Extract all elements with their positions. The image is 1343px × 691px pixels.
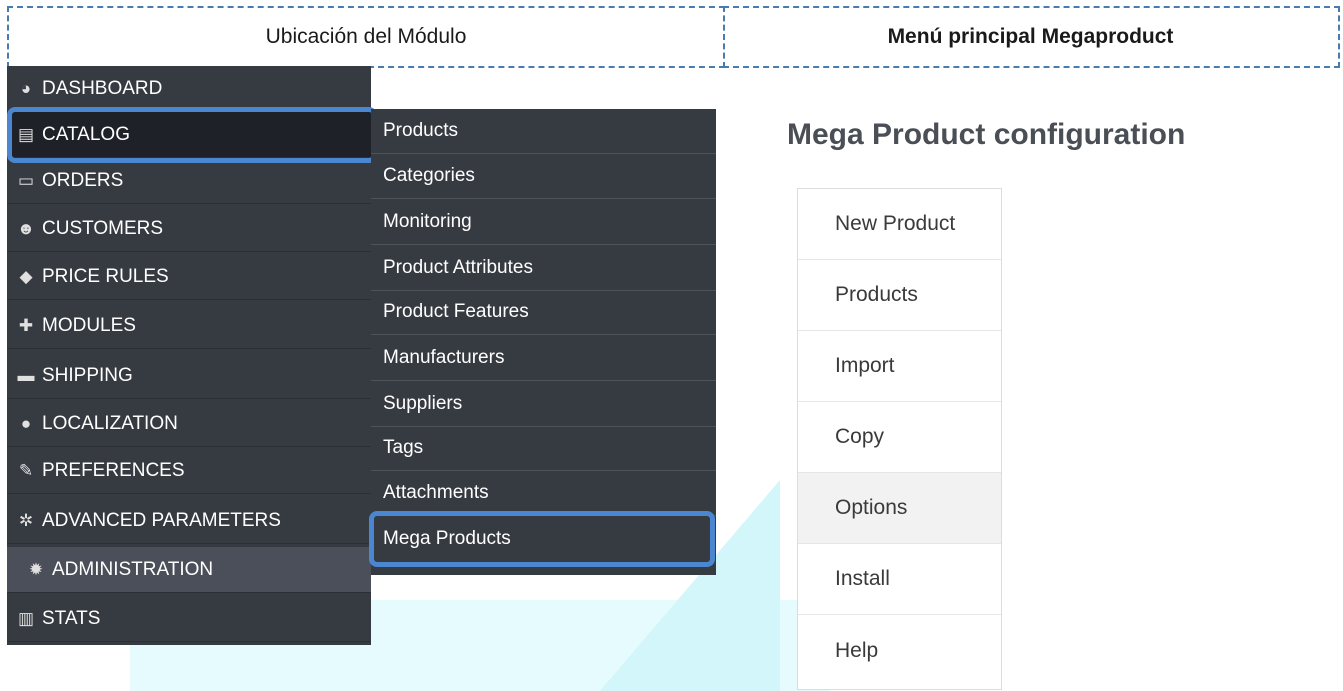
submenu-item-products[interactable]: Products [371, 109, 716, 154]
sidebar-item-dashboard[interactable]: ◕ DASHBOARD [7, 66, 371, 112]
sidebar-item-label: MODULES [42, 314, 136, 336]
menu-item-import[interactable]: Import [798, 331, 1001, 402]
catalog-submenu: Products Categories Monitoring Product A… [371, 109, 716, 575]
credit-card-icon: ▭ [17, 170, 35, 190]
submenu-item-categories[interactable]: Categories [371, 154, 716, 199]
sidebar-item-stats[interactable]: ▥ STATS [7, 596, 371, 642]
mega-products-highlight-box [369, 511, 715, 567]
sidebar-item-label: SHIPPING [42, 364, 133, 386]
module-location-label: Ubicación del Módulo [7, 6, 725, 68]
sidebar-item-advanced-parameters[interactable]: ✲ ADVANCED PARAMETERS [7, 498, 371, 544]
sidebar-item-orders[interactable]: ▭ ORDERS [7, 158, 371, 204]
sidebar-item-modules[interactable]: ✚ MODULES [7, 303, 371, 349]
menu-item-help[interactable]: Help [798, 615, 1001, 686]
submenu-item-product-features[interactable]: Product Features [371, 290, 716, 335]
bar-chart-icon: ▥ [17, 608, 35, 628]
sidebar-item-shipping[interactable]: ▬ SHIPPING [7, 353, 371, 399]
sidebar-item-label: PRICE RULES [42, 265, 169, 287]
users-icon: ☻ [17, 218, 35, 238]
sidebar-item-customers[interactable]: ☻ CUSTOMERS [7, 206, 371, 252]
sidebar-item-label: ADVANCED PARAMETERS [42, 509, 281, 531]
menu-item-options[interactable]: Options [798, 473, 1001, 544]
menu-item-new-product[interactable]: New Product [798, 189, 1001, 260]
gear-icon: ✹ [28, 559, 44, 579]
sidebar-item-localization[interactable]: ● LOCALIZATION [7, 401, 371, 447]
sidebar-item-label: PREFERENCES [42, 459, 185, 481]
sidebar-item-label: DASHBOARD [42, 77, 163, 99]
sidebar-item-preferences[interactable]: ✎ PREFERENCES [7, 448, 371, 494]
megaproduct-menu: New Product Products Import Copy Options… [797, 188, 1002, 690]
sidebar-item-label: STATS [42, 607, 101, 629]
wrench-icon: ✎ [18, 460, 34, 480]
sidebar-item-administration[interactable]: ✹ ADMINISTRATION [7, 547, 371, 593]
submenu-item-tags[interactable]: Tags [371, 426, 716, 471]
submenu-item-attachments[interactable]: Attachments [371, 471, 716, 516]
cogs-icon: ✲ [18, 510, 34, 530]
submenu-item-monitoring[interactable]: Monitoring [371, 200, 716, 245]
menu-item-products[interactable]: Products [798, 260, 1001, 331]
tags-icon: ◆ [19, 266, 33, 286]
submenu-item-manufacturers[interactable]: Manufacturers [371, 336, 716, 381]
sidebar-item-label: ORDERS [42, 169, 124, 191]
menu-item-copy[interactable]: Copy [798, 402, 1001, 473]
sidebar-item-label: CUSTOMERS [42, 217, 164, 239]
submenu-item-suppliers[interactable]: Suppliers [371, 382, 716, 427]
sidebar-item-price-rules[interactable]: ◆ PRICE RULES [7, 254, 371, 300]
truck-icon: ▬ [17, 365, 35, 385]
globe-icon: ● [20, 413, 32, 433]
sidebar-item-label: LOCALIZATION [42, 412, 178, 434]
menu-item-install[interactable]: Install [798, 544, 1001, 615]
sidebar-item-label: ADMINISTRATION [52, 558, 214, 580]
puzzle-icon: ✚ [18, 315, 34, 335]
dashboard-icon: ◕ [20, 78, 32, 98]
header-strip: Ubicación del Módulo Menú principal Mega… [7, 6, 1340, 68]
page-title: Mega Product configuration [787, 118, 1186, 151]
main-menu-label: Menú principal Megaproduct [723, 6, 1340, 68]
submenu-item-product-attributes[interactable]: Product Attributes [371, 246, 716, 291]
catalog-highlight-box [7, 107, 377, 163]
